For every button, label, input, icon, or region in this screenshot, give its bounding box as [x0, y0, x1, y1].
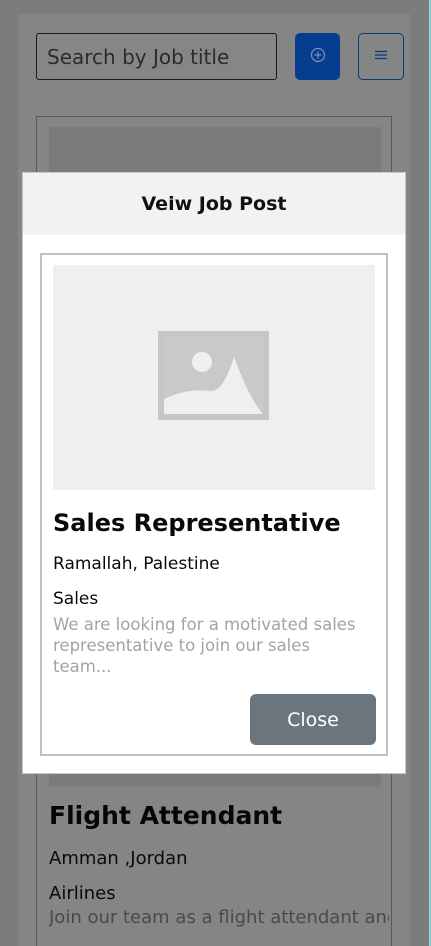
job-card-location: Amman ,Jordan — [49, 848, 188, 869]
job-location: Ramallah, Palestine — [53, 554, 220, 574]
modal-job-card: Sales Representative Ramallah, Palestine… — [40, 253, 388, 756]
view-job-modal: Veiw Job Post Sales Representative Ramal… — [22, 172, 406, 774]
plus-circle-icon — [310, 47, 326, 66]
menu-button[interactable] — [358, 33, 404, 80]
job-description: We are looking for a motivated sales rep… — [53, 615, 356, 676]
job-title: Sales Representative — [53, 509, 341, 537]
modal-title: Veiw Job Post — [141, 193, 287, 215]
job-card-title: Flight Attendant — [49, 801, 283, 830]
job-image — [53, 265, 375, 490]
job-card-category: Airlines — [49, 883, 116, 904]
modal-header: Veiw Job Post — [23, 173, 405, 235]
job-card-description: Join our team as a flight attendant and — [49, 907, 389, 928]
search-input[interactable] — [36, 33, 277, 80]
job-category: Sales — [53, 589, 99, 609]
add-job-button[interactable] — [295, 33, 340, 80]
app-viewport: Flight Attendant Amman ,Jordan Airlines … — [0, 0, 431, 946]
image-placeholder-icon — [158, 331, 269, 420]
close-button[interactable]: Close — [250, 694, 376, 745]
hamburger-icon — [374, 49, 388, 64]
